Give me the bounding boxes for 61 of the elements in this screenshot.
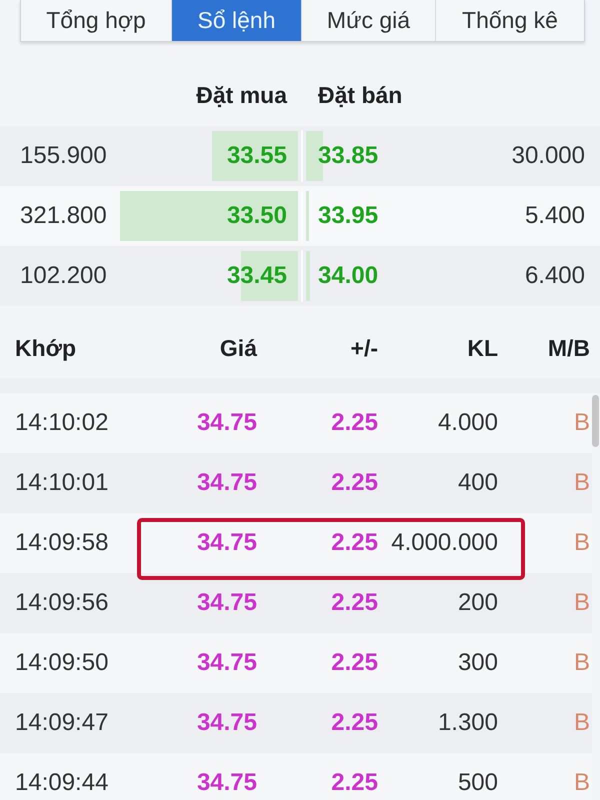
column-header: Đặt bán (318, 82, 402, 108)
trade-volume: 4.000.000 (391, 529, 498, 557)
price-change: 2.25 (331, 649, 378, 677)
price-change: 2.25 (331, 589, 378, 617)
price-change: 2.25 (331, 529, 378, 557)
trade-side: B (574, 649, 590, 677)
trade-volume: 200 (458, 589, 498, 617)
column-header: Khớp (15, 334, 76, 362)
column-header: Đặt mua (196, 82, 287, 108)
ask-price: 34.00 (318, 262, 378, 290)
trade-time: 14:10:02 (15, 409, 108, 437)
scrollbar-thumb[interactable] (592, 395, 599, 447)
column-header: KL (467, 334, 498, 362)
trade-volume: 500 (458, 769, 498, 797)
bid-volume: 102.200 (20, 262, 107, 290)
volume-bar (306, 191, 309, 241)
bid-price: 33.50 (226, 202, 287, 230)
price-change: 2.25 (331, 769, 378, 797)
trade-side: B (574, 469, 590, 497)
trade-price: 34.75 (196, 529, 257, 557)
trade-side: B (574, 529, 590, 557)
trade-price: 34.75 (196, 409, 257, 437)
trade-time: 14:09:50 (15, 649, 108, 677)
trade-volume: 300 (458, 649, 498, 677)
ask-volume: 5.400 (524, 202, 585, 230)
trade-time: 14:09:58 (15, 529, 108, 557)
trade-price: 34.75 (196, 769, 257, 797)
ask-price: 33.95 (318, 202, 378, 230)
column-header: +/- (350, 334, 378, 362)
trade-time: 14:09:44 (15, 769, 108, 797)
trade-time: 14:09:56 (15, 589, 108, 617)
price-change: 2.25 (331, 469, 378, 497)
price-change: 2.25 (331, 409, 378, 437)
tab[interactable]: Mức giá (301, 0, 435, 41)
trade-time: 14:09:47 (15, 709, 108, 737)
trade-price: 34.75 (196, 589, 257, 617)
trade-side: B (574, 589, 590, 617)
volume-bar (306, 251, 310, 301)
trade-price: 34.75 (196, 649, 257, 677)
trade-side: B (574, 769, 590, 797)
column-header: Giá (220, 334, 257, 362)
bid-price: 33.45 (226, 262, 287, 290)
ask-price: 33.85 (318, 142, 378, 170)
trade-volume: 1.300 (438, 709, 498, 737)
trade-price: 34.75 (196, 709, 257, 737)
bid-volume: 155.900 (20, 142, 107, 170)
trade-volume: 4.000 (438, 409, 498, 437)
tab[interactable]: Tổng hợp (21, 0, 171, 41)
trade-side: B (574, 709, 590, 737)
column-header: M/B (548, 334, 590, 362)
bid-price: 33.55 (226, 142, 287, 170)
ask-volume: 6.400 (524, 262, 585, 290)
tab[interactable]: Thống kê (435, 0, 584, 41)
tab[interactable]: Sổ lệnh (171, 0, 301, 41)
ask-volume: 30.000 (512, 142, 585, 170)
price-change: 2.25 (331, 709, 378, 737)
bid-volume: 321.800 (20, 202, 107, 230)
trade-price: 34.75 (196, 469, 257, 497)
trade-volume: 400 (458, 469, 498, 497)
trade-side: B (574, 409, 590, 437)
trade-time: 14:10:01 (15, 469, 108, 497)
